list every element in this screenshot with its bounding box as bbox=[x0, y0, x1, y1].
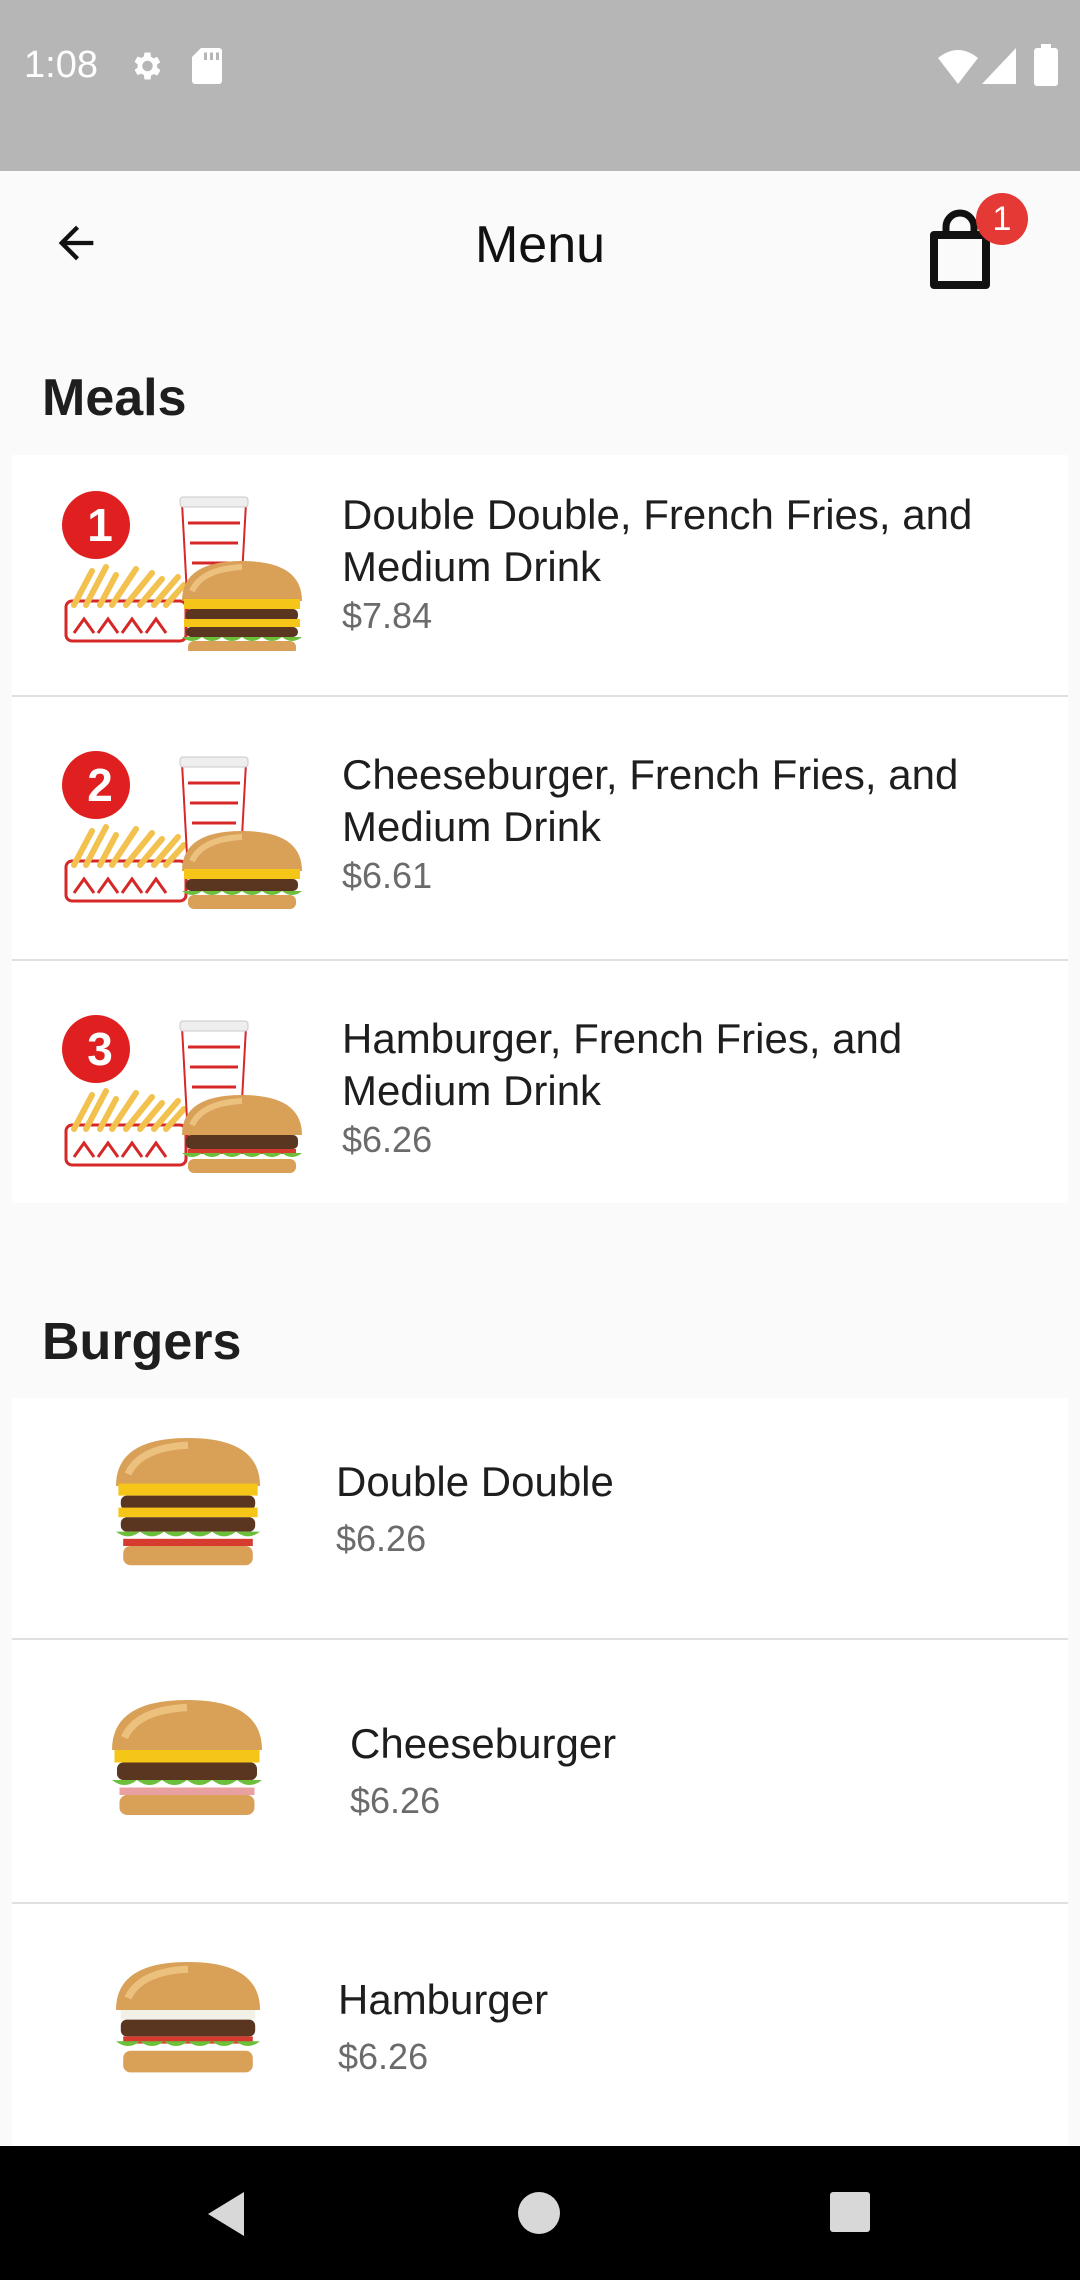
meal-number-badge: 2 bbox=[87, 759, 113, 811]
item-name: Cheeseburger bbox=[350, 1720, 617, 1767]
meal-item-cheeseburger[interactable]: 2 Cheeseburger, French Fries, and Medium… bbox=[12, 697, 1068, 961]
item-price: $6.26 bbox=[336, 1518, 427, 1559]
meal-number-badge: 3 bbox=[87, 1023, 113, 1075]
item-price: $6.26 bbox=[350, 1780, 441, 1821]
page-title: Menu bbox=[474, 216, 606, 274]
burger-image bbox=[96, 1434, 276, 1566]
settings-gear-icon bbox=[134, 52, 161, 80]
item-name: Cheeseburger, French Fries, and Medium D… bbox=[342, 751, 959, 850]
item-price: $6.61 bbox=[342, 855, 433, 896]
cart-button[interactable]: 1 bbox=[920, 191, 1028, 301]
burger-item-hamburger[interactable]: Hamburger $6.26 bbox=[12, 1904, 1068, 2146]
item-name: Hamburger, French Fries, and Medium Drin… bbox=[342, 1015, 903, 1114]
section-title-burgers: Burgers bbox=[42, 1313, 242, 1371]
item-price: $7.84 bbox=[342, 595, 433, 636]
item-name: Hamburger bbox=[338, 1976, 549, 2023]
burger-item-double-double[interactable]: Double Double $6.26 bbox=[12, 1398, 1068, 1640]
meal-item-hamburger[interactable]: 3 Hamburger, French Fries, and Medium Dr… bbox=[12, 961, 1068, 1203]
status-bar: 1:08 bbox=[0, 0, 1080, 171]
nav-back-icon[interactable] bbox=[204, 2190, 248, 2238]
nav-home-icon[interactable] bbox=[518, 2192, 560, 2234]
meal-item-double-double[interactable]: 1 Double Double, French Fries, and Mediu… bbox=[12, 455, 1068, 697]
burger-item-cheeseburger[interactable]: Cheeseburger $6.26 bbox=[12, 1640, 1068, 1904]
meals-card: 1 Double Double, French Fries, and Mediu… bbox=[12, 455, 1068, 1203]
status-time: 1:08 bbox=[24, 44, 98, 86]
battery-icon bbox=[1034, 44, 1058, 86]
burgers-card: Double Double $6.26 Cheeseburger $6.26 H… bbox=[12, 1398, 1068, 2146]
meal-number-badge: 1 bbox=[87, 499, 113, 551]
section-title-meals: Meals bbox=[42, 369, 187, 427]
nav-recents-icon[interactable] bbox=[830, 2192, 870, 2232]
sd-card-icon bbox=[192, 48, 222, 84]
wifi-icon bbox=[938, 50, 978, 84]
signal-icon bbox=[982, 48, 1016, 84]
system-nav-bar bbox=[0, 2146, 1080, 2280]
burger-image bbox=[96, 1954, 276, 2073]
cart-count-badge: 1 bbox=[976, 193, 1028, 245]
item-name: Double Double bbox=[336, 1458, 614, 1505]
item-name: Double Double, French Fries, and Medium … bbox=[342, 491, 973, 590]
app-bar: Menu 1 bbox=[0, 171, 1080, 325]
item-price: $6.26 bbox=[342, 1119, 433, 1160]
item-price: $6.26 bbox=[338, 2036, 429, 2077]
burger-image bbox=[96, 1692, 276, 1815]
